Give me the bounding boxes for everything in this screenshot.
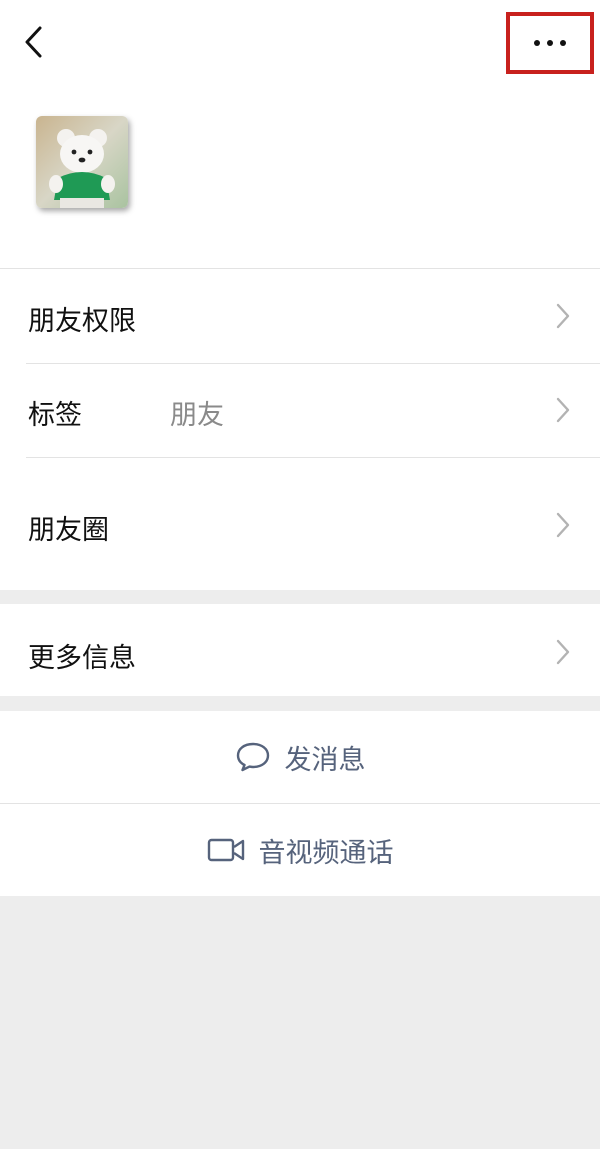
tags-label: 标签 — [28, 400, 82, 431]
moments-label: 朋友圈 — [28, 515, 109, 546]
send-message-button[interactable]: 发消息 — [0, 711, 600, 803]
tags-value: 朋友 — [170, 400, 224, 431]
avatar[interactable] — [36, 116, 128, 208]
bear-avatar — [36, 116, 128, 208]
chat-bubble-icon — [236, 742, 269, 772]
video-call-button[interactable]: 音视频通话 — [0, 804, 600, 896]
settings-list: 朋友权限 标签 朋友 朋友圈 — [0, 268, 600, 590]
row-moments[interactable]: 朋友圈 — [0, 458, 600, 590]
chevron-right-icon — [556, 512, 570, 538]
friend-permissions-label: 朋友权限 — [28, 306, 136, 337]
chevron-right-icon — [556, 303, 570, 329]
chevron-right-icon — [556, 397, 570, 423]
profile-header — [0, 0, 600, 268]
more-dots-icon — [534, 40, 566, 46]
more-info-label: 更多信息 — [28, 643, 136, 674]
row-friend-permissions[interactable]: 朋友权限 — [0, 269, 600, 363]
video-camera-icon — [207, 838, 244, 862]
more-options-button[interactable] — [506, 12, 594, 74]
send-message-label: 发消息 — [284, 744, 366, 776]
video-call-label: 音视频通话 — [258, 837, 394, 869]
row-tags[interactable]: 标签 朋友 — [0, 364, 600, 457]
chevron-left-icon — [25, 26, 42, 58]
chevron-right-icon — [556, 639, 570, 665]
more-info-block: 更多信息 — [0, 604, 600, 696]
row-more-info[interactable]: 更多信息 — [0, 604, 600, 696]
back-button[interactable] — [14, 20, 54, 64]
